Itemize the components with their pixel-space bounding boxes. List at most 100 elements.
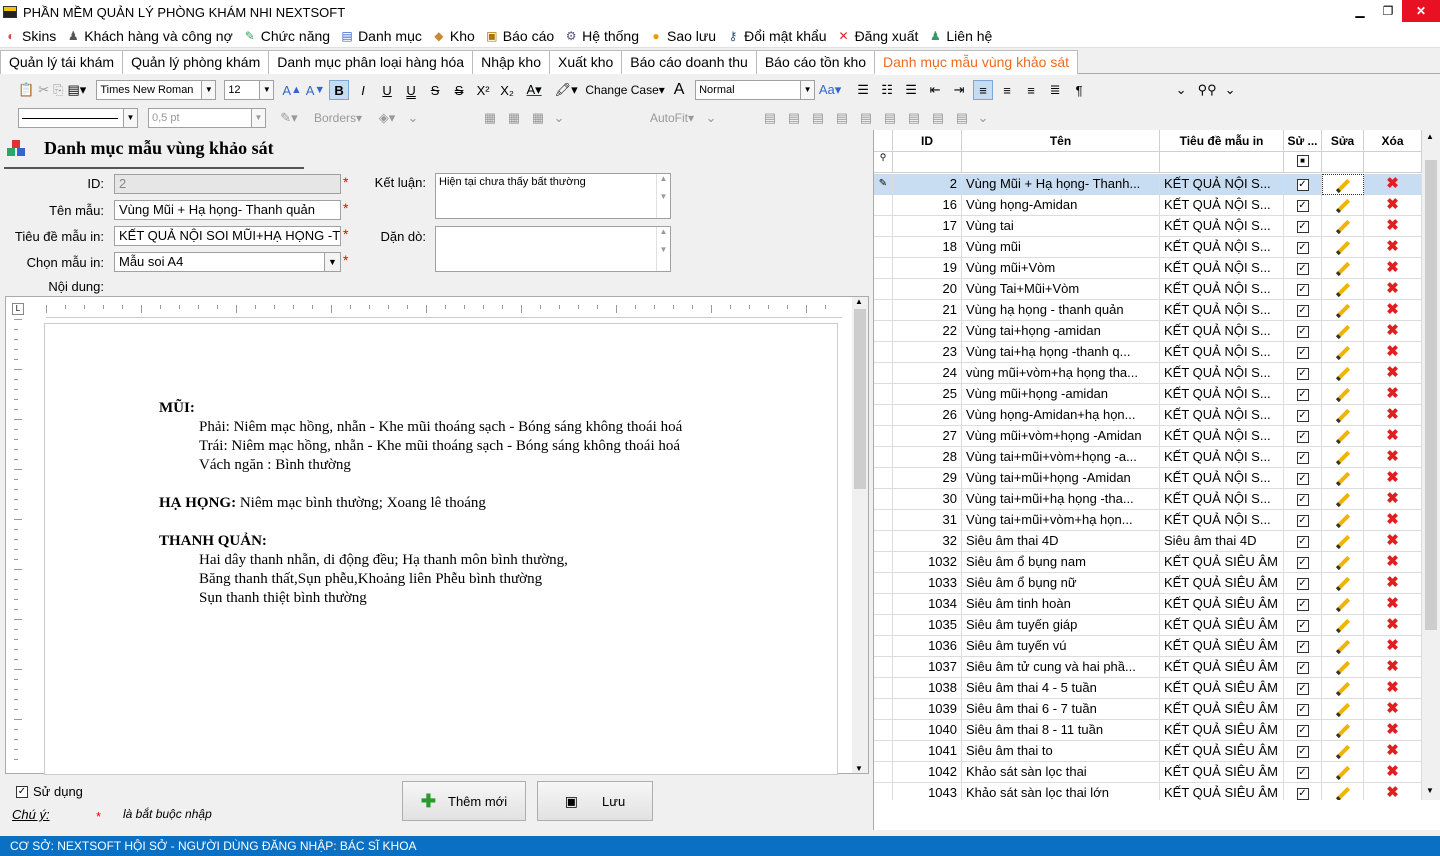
cell-active[interactable]: ✓ xyxy=(1284,636,1322,656)
font-color-icon[interactable]: A▾ xyxy=(521,80,547,100)
cell-edit[interactable] xyxy=(1322,615,1364,635)
delete-icon[interactable]: ✖ xyxy=(1386,763,1399,780)
table-row[interactable]: 1035 Siêu âm tuyến giáp KẾT QUẢ SIÊU ÂM ✓ ✖ xyxy=(874,615,1422,636)
cell-active[interactable]: ✓ xyxy=(1284,552,1322,572)
active-checkbox[interactable]: ✓ xyxy=(1296,493,1309,506)
menu-logout[interactable]: ✕ Đăng xuất xyxy=(833,24,925,48)
clear-format-icon[interactable]: A xyxy=(669,80,689,100)
template-name-field[interactable]: Vùng Mũi + Hạ họng- Thanh quản xyxy=(114,200,341,220)
cell-edit[interactable] xyxy=(1322,594,1364,614)
active-checkbox[interactable]: ✓ xyxy=(16,785,28,798)
table-row[interactable]: 27 Vùng mũi+vòm+họng -Amidan KẾT QUẢ NỘI S… xyxy=(874,426,1422,447)
table-row[interactable]: 18 Vùng mũi KẾT QUẢ NỘI S... ✓ ✖ xyxy=(874,237,1422,258)
cell-active[interactable]: ✓ xyxy=(1284,468,1322,488)
table-row[interactable]: 1038 Siêu âm thai 4 - 5 tuần KẾT QUẢ SIÊU … xyxy=(874,678,1422,699)
active-checkbox[interactable]: ✓ xyxy=(1296,241,1309,254)
horizontal-ruler[interactable] xyxy=(46,302,842,318)
pencil-icon[interactable] xyxy=(1335,534,1350,549)
table-row[interactable]: 21 Vùng hạ họng - thanh quản KẾT QUẢ NỘI S… xyxy=(874,300,1422,321)
cell-active[interactable]: ✓ xyxy=(1284,342,1322,362)
active-checkbox[interactable]: ✓ xyxy=(1296,577,1309,590)
cell-delete[interactable]: ✖ xyxy=(1364,783,1422,800)
minimize-button[interactable]: ▁ xyxy=(1346,0,1374,22)
active-checkbox[interactable]: ✓ xyxy=(1296,556,1309,569)
menu-report[interactable]: ▣ Báo cáo xyxy=(481,24,560,48)
table-row[interactable]: 22 Vùng tai+họng -amidan KẾT QUẢ NỘI S... ✓… xyxy=(874,321,1422,342)
menu-function[interactable]: ✎ Chức năng xyxy=(239,24,336,48)
cell-edit[interactable] xyxy=(1322,552,1364,572)
table-row[interactable]: 1037 Siêu âm tử cung và hai phầ... KẾT QUẢ… xyxy=(874,657,1422,678)
delete-icon[interactable]: ✖ xyxy=(1386,343,1399,360)
menu-backup[interactable]: ● Sao lưu xyxy=(645,24,722,48)
col-edit-header[interactable]: Sửa xyxy=(1322,130,1364,151)
pencil-icon[interactable] xyxy=(1335,240,1350,255)
cell-active[interactable]: ✓ xyxy=(1284,741,1322,761)
document-page[interactable]: MŨI: Phải: Niêm mạc hồng, nhẵn - Khe mũi … xyxy=(44,323,838,775)
active-checkbox[interactable]: ✓ xyxy=(1296,388,1309,401)
tab-3[interactable]: Nhập kho xyxy=(472,50,551,74)
table-row[interactable]: 1042 Khảo sát sàn lọc thai KẾT QUẢ SIÊU ÂM… xyxy=(874,762,1422,783)
cell-align-middle-left-icon[interactable]: ▤ xyxy=(832,108,852,128)
cell-edit[interactable] xyxy=(1322,720,1364,740)
pencil-icon[interactable] xyxy=(1335,178,1351,193)
pencil-icon[interactable] xyxy=(1335,597,1350,612)
cell-active[interactable]: ✓ xyxy=(1284,678,1322,698)
col-name-header[interactable]: Tên xyxy=(962,130,1160,151)
table-grid-icon[interactable]: ▦ xyxy=(504,108,524,128)
double-underline-icon[interactable]: U xyxy=(401,80,421,100)
menu-contact[interactable]: ♟ Liên hệ xyxy=(924,24,998,48)
align-center-icon[interactable]: ≡ xyxy=(997,80,1017,100)
cell-edit[interactable] xyxy=(1322,762,1364,782)
cell-edit[interactable] xyxy=(1322,237,1364,257)
shading-icon[interactable]: ◈▾ xyxy=(372,108,402,128)
cut-icon[interactable]: ✂ xyxy=(38,80,49,100)
add-new-button[interactable]: ✚ Thêm mới xyxy=(402,781,526,821)
cell-edit[interactable] xyxy=(1322,489,1364,509)
active-checkbox[interactable]: ✓ xyxy=(1296,598,1309,611)
cell-align-top-left-icon[interactable]: ▤ xyxy=(760,108,780,128)
active-checkbox[interactable]: ✓ xyxy=(1296,640,1309,653)
delete-icon[interactable]: ✖ xyxy=(1386,553,1399,570)
cell-active[interactable]: ✓ xyxy=(1284,363,1322,383)
pencil-icon[interactable] xyxy=(1335,702,1350,717)
table-row[interactable]: 1033 Siêu âm ổ bụng nữ KẾT QUẢ SIÊU ÂM ✓ ✖ xyxy=(874,573,1422,594)
change-case-button[interactable]: Change Case ▾ xyxy=(585,80,665,100)
filter-print-title[interactable] xyxy=(1160,152,1284,172)
cell-align-bottom-right-icon[interactable]: ▤ xyxy=(952,108,972,128)
menu-customer[interactable]: ♟ Khách hàng và công nợ xyxy=(62,24,239,48)
highlight-icon[interactable]: 🖍▾ xyxy=(551,80,581,100)
cell-edit[interactable] xyxy=(1322,531,1364,551)
col-active-header[interactable]: Sử ... xyxy=(1284,130,1322,151)
menu-catalog[interactable]: ▤ Danh mục xyxy=(336,24,428,48)
underline-icon[interactable]: U xyxy=(377,80,397,100)
delete-icon[interactable]: ✖ xyxy=(1386,532,1399,549)
cell-edit[interactable] xyxy=(1322,258,1364,278)
active-checkbox[interactable]: ✓ xyxy=(1296,220,1309,233)
cell-align-bottom-left-icon[interactable]: ▤ xyxy=(904,108,924,128)
font-size-select[interactable]: 12 ▼ xyxy=(224,80,275,100)
table-cells-icon[interactable]: ▦ xyxy=(528,108,548,128)
table-row[interactable]: 26 Vùng họng-Amidan+hạ họn... KẾT QUẢ NỘI … xyxy=(874,405,1422,426)
active-checkbox[interactable]: ✓ xyxy=(1296,661,1309,674)
styles-gallery-icon[interactable]: Aa▾ xyxy=(817,80,843,100)
print-title-field[interactable]: KẾT QUẢ NỘI SOI MŨI+HẠ HỌNG -T xyxy=(114,226,341,246)
active-checkbox[interactable]: ✓ xyxy=(1296,682,1309,695)
delete-icon[interactable]: ✖ xyxy=(1386,196,1399,213)
filter-id[interactable] xyxy=(893,152,962,172)
table-row[interactable]: 25 Vùng mũi+họng -amidan KẾT QUẢ NỘI S... ✓… xyxy=(874,384,1422,405)
table-row[interactable]: 30 Vùng tai+mũi+hạ họng -tha... KẾT QUẢ NỘ… xyxy=(874,489,1422,510)
table-row[interactable]: 32 Siêu âm thai 4D Siêu âm thai 4D ✓ ✖ xyxy=(874,531,1422,552)
italic-icon[interactable]: I xyxy=(353,80,373,100)
cell-delete[interactable]: ✖ xyxy=(1364,615,1422,635)
double-strikethrough-icon[interactable]: S xyxy=(449,80,469,100)
cell-active[interactable]: ✓ xyxy=(1284,258,1322,278)
numbering-icon[interactable]: ☷ xyxy=(877,80,897,100)
chevron-down-icon[interactable]: ⌄ xyxy=(552,108,566,128)
pencil-icon[interactable] xyxy=(1335,366,1350,381)
cell-delete[interactable]: ✖ xyxy=(1364,426,1422,446)
cell-delete[interactable]: ✖ xyxy=(1364,258,1422,278)
paste-icon[interactable]: 📋 xyxy=(18,80,34,100)
tab-6[interactable]: Báo cáo tồn kho xyxy=(755,50,876,74)
cell-delete[interactable]: ✖ xyxy=(1364,720,1422,740)
delete-icon[interactable]: ✖ xyxy=(1386,301,1399,318)
